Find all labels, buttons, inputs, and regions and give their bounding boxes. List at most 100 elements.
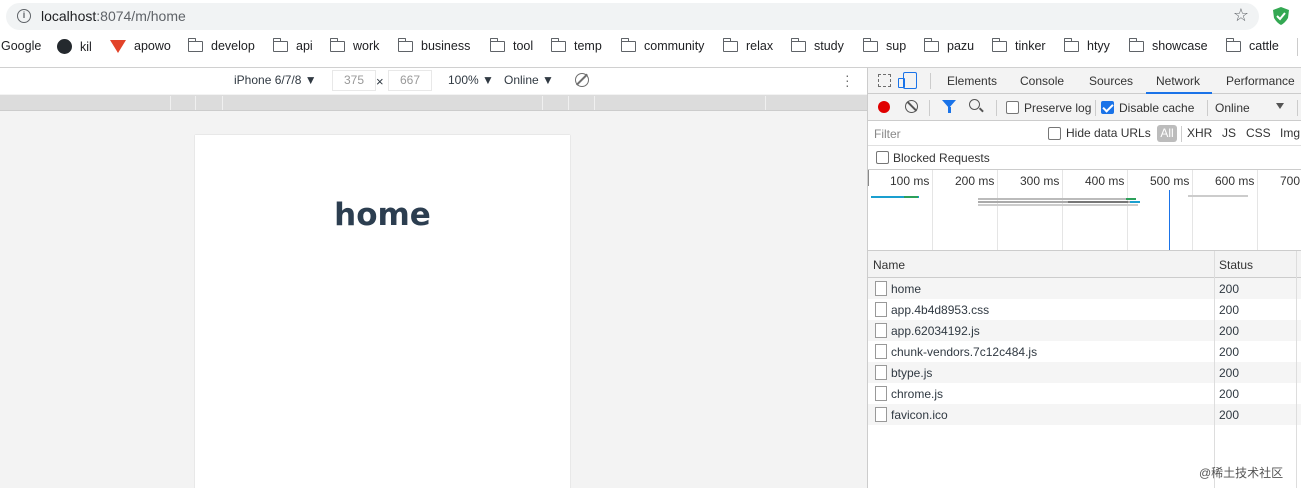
bookmarks-bar: Google kil apowo develop api work busine… (0, 35, 1301, 60)
bookmark-apowo[interactable]: apowo (110, 39, 171, 53)
network-toolbar: Preserve log Disable cache Online (868, 94, 1301, 121)
folder-icon (722, 37, 738, 52)
folder-icon (397, 37, 413, 52)
bookmark-temp[interactable]: temp (550, 37, 602, 53)
record-icon[interactable] (878, 101, 890, 113)
tab-elements[interactable]: Elements (947, 74, 997, 88)
info-icon[interactable]: i (17, 9, 31, 23)
table-row[interactable]: home 200 (868, 278, 1301, 299)
folder-icon (489, 37, 505, 52)
document-icon (875, 281, 887, 296)
width-input[interactable]: 375 (332, 70, 376, 91)
bookmark-study[interactable]: study (790, 37, 844, 53)
bookmark-tinker[interactable]: tinker (991, 37, 1046, 53)
shield-extension-icon[interactable] (1271, 6, 1291, 26)
zoom-select[interactable]: 100% ▼ (448, 73, 494, 87)
media-query-ruler[interactable] (0, 95, 867, 111)
clear-icon[interactable] (905, 100, 918, 113)
bookmark-tool[interactable]: tool (489, 37, 533, 53)
devtools-tabbar: Elements Console Sources Network Perform… (868, 68, 1301, 94)
disable-cache-label: Disable cache (1119, 101, 1195, 115)
table-row[interactable]: app.62034192.js 200 (868, 320, 1301, 341)
address-bar[interactable]: i localhost:8074/m/home ☆ (6, 3, 1259, 30)
preserve-log-checkbox[interactable] (1006, 101, 1019, 114)
table-row[interactable]: btype.js 200 (868, 362, 1301, 383)
table-row[interactable]: chunk-vendors.7c12c484.js 200 (868, 341, 1301, 362)
table-row[interactable]: favicon.ico 200 (868, 404, 1301, 425)
bookmark-develop[interactable]: develop (187, 37, 255, 53)
inspect-element-icon[interactable] (878, 74, 891, 87)
load-event-marker (1169, 190, 1170, 250)
document-icon (875, 386, 887, 401)
bookmark-community[interactable]: community (620, 37, 704, 53)
chevron-down-icon[interactable] (1276, 103, 1284, 109)
tab-console[interactable]: Console (1020, 74, 1064, 88)
more-options-icon[interactable]: · · · (845, 68, 850, 92)
type-filter-js[interactable]: JS (1222, 126, 1236, 140)
document-icon (875, 302, 887, 317)
url-text[interactable]: localhost:8074/m/home (41, 8, 186, 24)
folder-icon (1128, 37, 1144, 52)
document-icon (875, 365, 887, 380)
column-header-name[interactable]: Name (873, 258, 905, 272)
folder-icon (790, 37, 806, 52)
bookmark-cattle[interactable]: cattle (1225, 37, 1279, 53)
document-icon (875, 407, 887, 422)
height-input[interactable]: 667 (388, 70, 432, 91)
type-filter-all[interactable]: All (1157, 125, 1177, 142)
folder-icon (550, 37, 566, 52)
dimension-times: × (376, 74, 384, 89)
folder-icon (187, 37, 203, 52)
folder-icon (923, 37, 939, 52)
throttling-select[interactable]: Online (1215, 101, 1250, 115)
folder-icon (272, 37, 288, 52)
bookmarks-separator (1297, 38, 1298, 56)
device-viewport: home (195, 135, 570, 488)
type-filter-img[interactable]: Img (1280, 126, 1300, 140)
network-overview-timeline[interactable]: 100 ms 200 ms 300 ms 400 ms 500 ms 600 m… (868, 170, 1301, 251)
device-toggle-icon[interactable] (898, 72, 917, 89)
bookmark-api[interactable]: api (272, 37, 313, 53)
hide-data-urls-checkbox[interactable] (1048, 127, 1061, 140)
filter-bar: Hide data URLs All XHR JS CSS Img (868, 121, 1301, 146)
device-select[interactable]: iPhone 6/7/8 ▼ (234, 73, 317, 87)
column-divider[interactable] (1296, 251, 1297, 488)
bookmark-htyy[interactable]: htyy (1063, 37, 1110, 53)
type-filter-css[interactable]: CSS (1246, 126, 1271, 140)
folder-icon (620, 37, 636, 52)
document-icon (875, 344, 887, 359)
timeline-label: 700 (1280, 174, 1301, 188)
timeline-label: 300 ms (1020, 174, 1060, 188)
bookmark-sup[interactable]: sup (862, 37, 906, 53)
network-throttle-select[interactable]: Online ▼ (504, 73, 554, 87)
search-icon[interactable] (969, 99, 980, 110)
bookmark-relax[interactable]: relax (722, 37, 773, 53)
bookmark-business[interactable]: business (397, 37, 470, 53)
column-header-status[interactable]: Status (1219, 258, 1253, 272)
bookmark-pazu[interactable]: pazu (923, 37, 974, 53)
browser-toolbar: i localhost:8074/m/home ☆ (0, 0, 1301, 33)
bookmark-showcase[interactable]: showcase (1128, 37, 1208, 53)
filter-icon[interactable] (942, 100, 956, 113)
type-filter-xhr[interactable]: XHR (1187, 126, 1212, 140)
folder-icon (329, 37, 345, 52)
table-row[interactable]: app.4b4d8953.css 200 (868, 299, 1301, 320)
bookmark-star-icon[interactable]: ☆ (1233, 5, 1249, 26)
tab-network[interactable]: Network (1156, 74, 1200, 88)
bookmark-google[interactable]: Google (1, 39, 41, 53)
blocked-requests-checkbox[interactable] (876, 151, 889, 164)
filter-input[interactable] (870, 124, 1034, 143)
tab-sources[interactable]: Sources (1089, 74, 1133, 88)
document-icon (875, 323, 887, 338)
table-row[interactable]: chrome.js 200 (868, 383, 1301, 404)
bookmark-work[interactable]: work (329, 37, 379, 53)
tab-performance[interactable]: Performance (1226, 74, 1295, 88)
rotate-icon[interactable] (575, 73, 589, 87)
disable-cache-checkbox[interactable] (1101, 101, 1114, 114)
folder-icon (991, 37, 1007, 52)
column-divider[interactable] (1214, 251, 1215, 488)
timeline-label: 500 ms (1150, 174, 1190, 188)
device-toolbar: iPhone 6/7/8 ▼ 375 × 667 100% ▼ Online ▼… (0, 68, 867, 94)
watermark: @稀土技术社区 (1199, 466, 1284, 480)
bookmark-kil[interactable]: kil (57, 39, 92, 54)
